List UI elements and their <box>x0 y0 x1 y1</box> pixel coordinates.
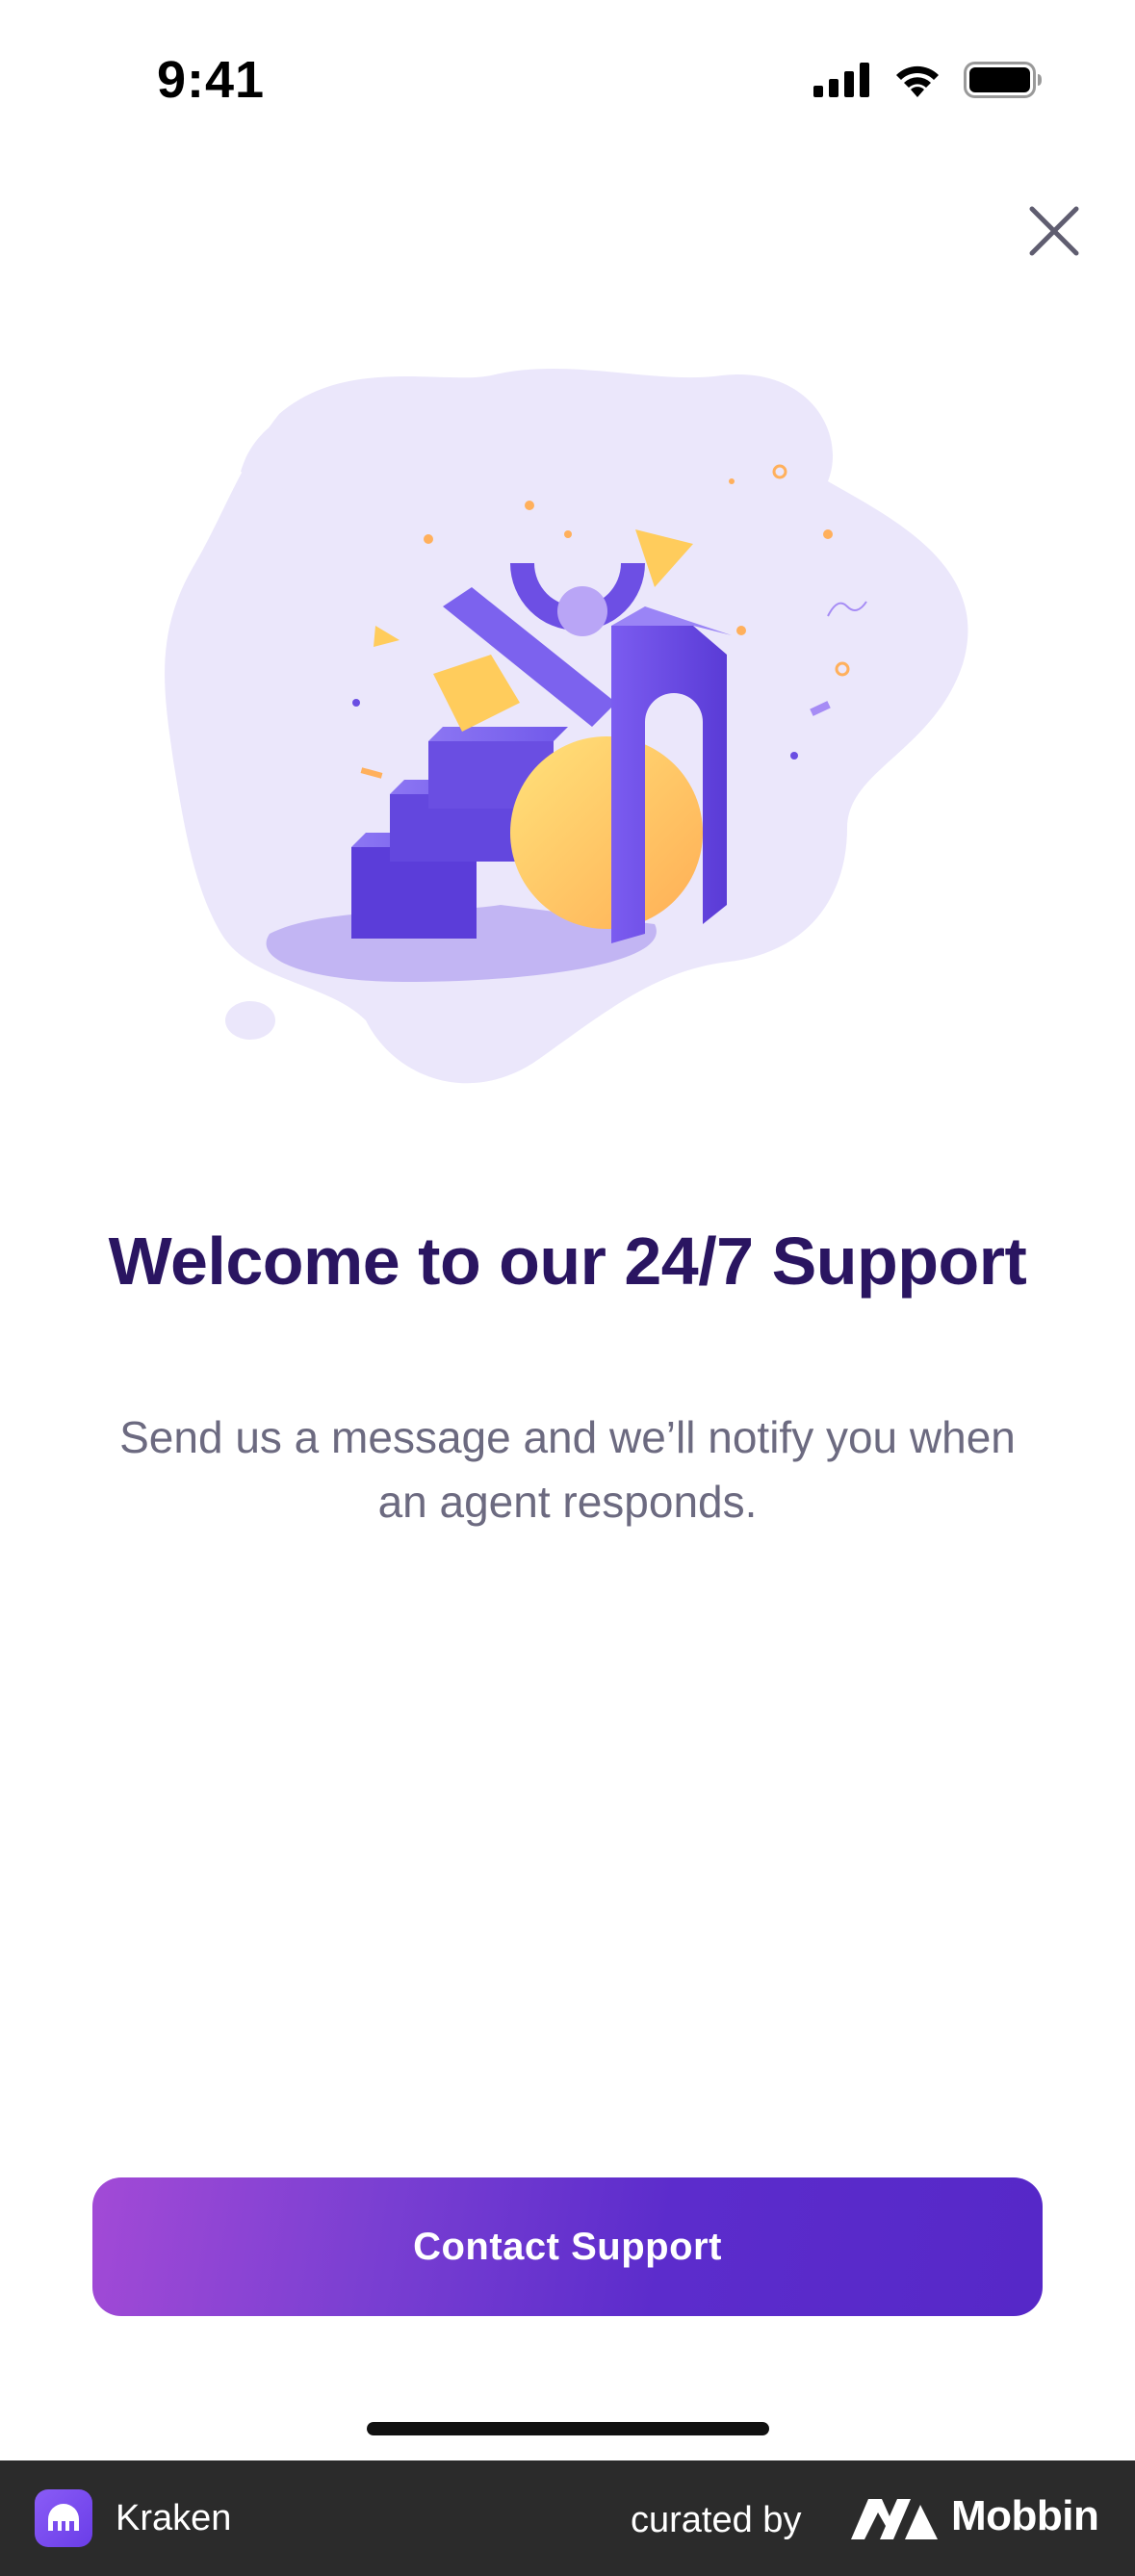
kraken-logo-icon <box>35 2489 92 2547</box>
cellular-signal-icon <box>813 63 869 97</box>
contact-support-button[interactable]: Contact Support <box>92 2177 1043 2316</box>
curated-by-label: curated by <box>631 2500 802 2540</box>
wifi-icon <box>896 65 939 97</box>
battery-icon <box>964 62 1042 98</box>
mobbin-name: Mobbin <box>951 2492 1099 2539</box>
app-name: Kraken <box>116 2498 232 2538</box>
mobbin-logo-icon <box>851 2499 938 2539</box>
home-indicator[interactable] <box>367 2422 769 2435</box>
support-stairs-illustration <box>165 368 968 1084</box>
attribution-bar: Kraken curated by Mobbin <box>0 2460 1135 2576</box>
close-button[interactable] <box>1020 197 1088 265</box>
close-icon <box>1029 206 1079 256</box>
support-illustration <box>154 347 982 1126</box>
status-bar: 9:41 <box>0 0 1135 164</box>
page-title: Welcome to our 24/7 Support <box>108 1224 1027 1299</box>
status-icons <box>813 62 1043 98</box>
status-time: 9:41 <box>157 51 266 109</box>
page-subtitle: Send us a message and we’ll notify you w… <box>119 1412 1016 1527</box>
